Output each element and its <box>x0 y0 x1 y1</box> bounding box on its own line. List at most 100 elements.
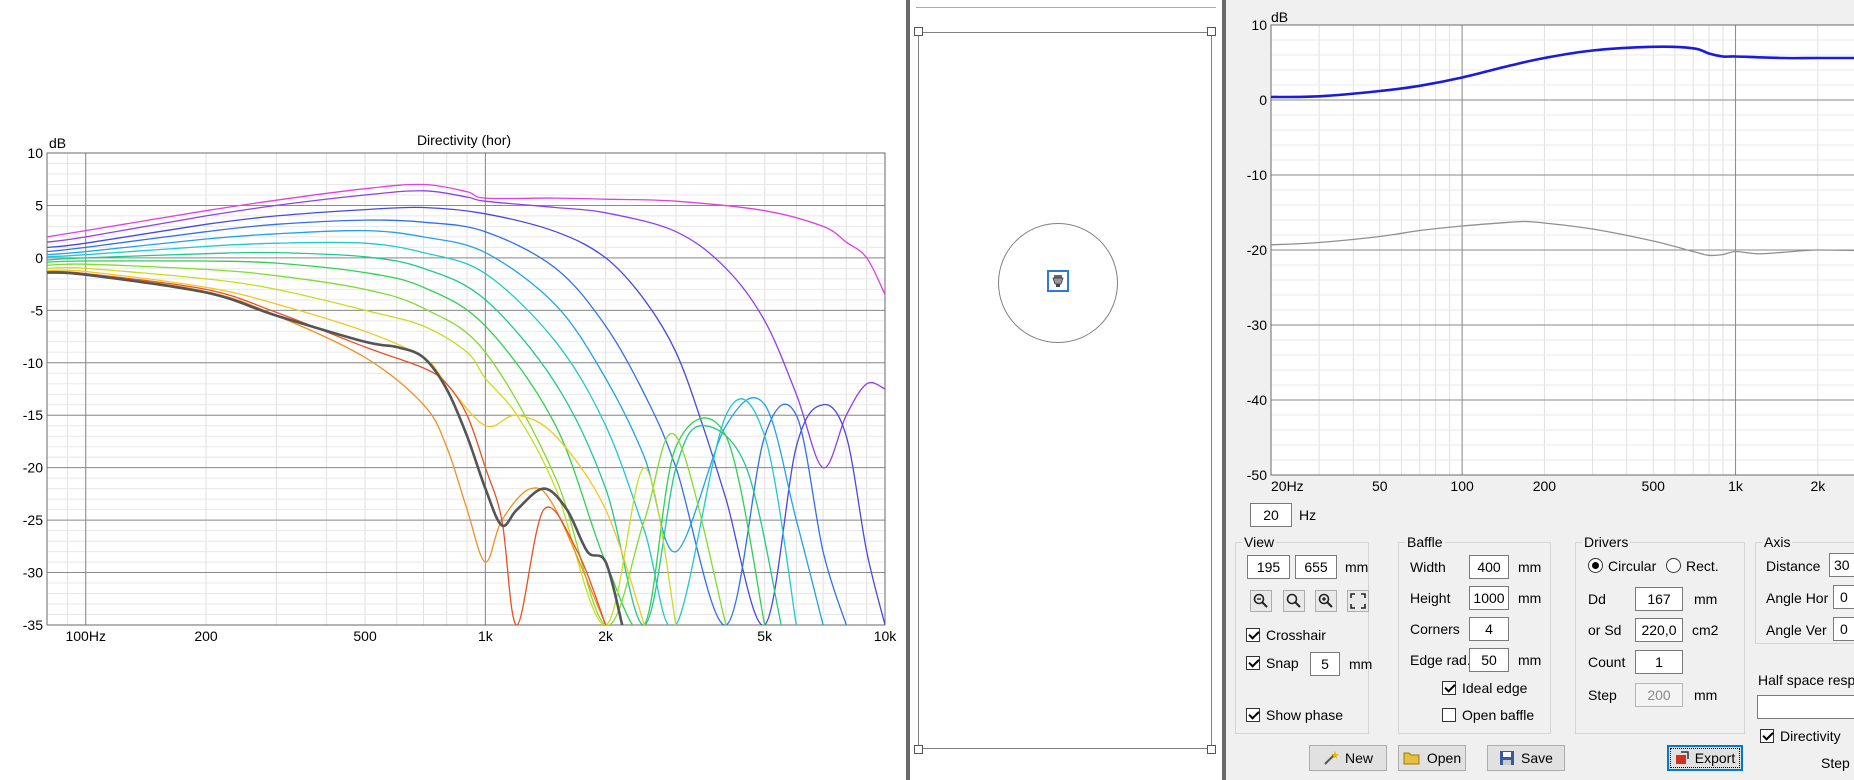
frequency-x-tick-label: 200 <box>1533 478 1557 494</box>
open-button-label: Open <box>1426 750 1462 766</box>
directivity-y-tick-label: -30 <box>23 565 43 581</box>
distance-label: Distance <box>1766 558 1821 574</box>
frequency-x-tick-label: 500 <box>1642 478 1666 494</box>
directivity-y-tick-label: -15 <box>23 407 43 423</box>
angle-hor-label: Angle Hor <box>1766 590 1829 606</box>
frequency-chart[interactable]: dB 100-10-20-30-40-5020Hz 50 100 200 500 1k 2k <box>1226 0 1854 500</box>
baffle-corners-input[interactable]: 4 <box>1469 617 1509 641</box>
frequency-input[interactable]: 20 <box>1250 503 1292 527</box>
frequency-y-tick-label: -40 <box>1247 392 1267 408</box>
frequency-x-tick-label: 20Hz <box>1271 478 1304 494</box>
baffle-edge-input[interactable]: 50 <box>1469 648 1509 672</box>
frequency-y-tick-label: -20 <box>1247 242 1267 258</box>
frequency-unit: Hz <box>1299 507 1317 523</box>
baffle-outline[interactable] <box>918 32 1212 749</box>
snap-checkbox[interactable] <box>1246 656 1260 670</box>
baffle-height-label: Height <box>1410 590 1451 606</box>
view-x-input[interactable]: 195 <box>1247 555 1290 579</box>
step-input: 200 <box>1635 683 1683 707</box>
directivity-title: Directivity (hor) <box>417 132 511 148</box>
step-label: Step <box>1588 687 1617 703</box>
drivers-group-label: Drivers <box>1582 534 1631 550</box>
directivity-x-tick-label: 10k <box>874 628 898 644</box>
export-button[interactable]: Export <box>1667 745 1743 771</box>
directivity-x-tick-label: 200 <box>194 628 218 644</box>
angle-ver-input[interactable]: 0 <box>1833 617 1854 641</box>
baffle-width-input[interactable]: 400 <box>1469 555 1509 579</box>
frequency-x-tick-label: 50 <box>1372 478 1388 494</box>
snap-unit: mm <box>1349 656 1373 672</box>
crosshair-checkbox[interactable] <box>1246 628 1260 642</box>
baffle-group-label: Baffle <box>1405 534 1445 550</box>
speaker-icon[interactable] <box>1047 270 1069 292</box>
directivity-chart[interactable]: dB Directivity (hor) 10 5 0 -5 -10 -15 -20 -25 -… <box>0 0 906 780</box>
baffle-width-label: Width <box>1410 559 1446 575</box>
save-button[interactable]: Save <box>1487 745 1565 771</box>
frequency-y-unit: dB <box>1271 9 1288 25</box>
view-unit: mm <box>1345 559 1369 575</box>
angle-hor-input[interactable]: 0 <box>1833 585 1854 609</box>
directivity-y-tick-label: -20 <box>23 460 43 476</box>
folder-icon <box>1403 752 1420 765</box>
circular-radio[interactable] <box>1588 558 1603 573</box>
directivity-y-tick-label: 5 <box>35 197 43 213</box>
baffle-handle-bl[interactable] <box>914 745 923 754</box>
show-phase-checkbox[interactable] <box>1246 708 1260 722</box>
baffle-handle-br[interactable] <box>1207 745 1216 754</box>
directivity-x-tick-label: 5k <box>757 628 773 644</box>
open-button[interactable]: Open <box>1398 745 1466 771</box>
rect-radio[interactable] <box>1666 558 1681 573</box>
directivity-x-tick-label: 1k <box>478 628 494 644</box>
baffle-view-topline <box>916 7 1216 8</box>
directivity-checkbox[interactable] <box>1760 729 1774 743</box>
zoom-icon[interactable] <box>1283 590 1305 612</box>
baffle-handle-tr[interactable] <box>1207 27 1216 36</box>
right-panel: dB 10 0 -10 -20 -30 -40 -50 20Hz 50 100 200 500 1k 2k… <box>1226 0 1854 780</box>
sd-label: or Sd <box>1588 622 1622 638</box>
view-group-label: View <box>1242 534 1277 550</box>
count-label: Count <box>1588 654 1626 670</box>
open-baffle-label: Open baffle <box>1462 707 1535 723</box>
snap-input[interactable]: 5 <box>1310 652 1340 676</box>
ideal-edge-label: Ideal edge <box>1462 680 1528 696</box>
directivity-x-tick-label: 500 <box>353 628 377 644</box>
directivity-panel: dB Directivity (hor) 10 5 0 -5 -10 -15 -20 -25 -… <box>0 0 906 780</box>
directivity-y-tick-label: -25 <box>23 512 43 528</box>
zoom-out-icon[interactable] <box>1250 590 1272 612</box>
ideal-edge-checkbox[interactable] <box>1442 681 1456 695</box>
new-button[interactable]: New <box>1309 745 1387 771</box>
baffle-height-input[interactable]: 1000 <box>1469 586 1509 610</box>
count-input[interactable]: 1 <box>1635 650 1683 674</box>
axis-step-label: Step <box>1821 755 1850 771</box>
directivity-y-tick-label: 0 <box>35 250 43 266</box>
directivity-y-tick-label: -35 <box>23 617 43 633</box>
frequency-y-tick-label: -10 <box>1247 167 1267 183</box>
directivity-label: Directivity <box>1780 728 1841 744</box>
view-y-input[interactable]: 655 <box>1295 555 1337 579</box>
baffle-corners-label: Corners <box>1410 621 1460 637</box>
dd-input[interactable]: 167 <box>1635 587 1683 611</box>
baffle-view-panel[interactable] <box>910 0 1222 780</box>
directivity-y-tick-label: -5 <box>31 302 44 318</box>
sd-input[interactable]: 220,0 <box>1635 618 1683 642</box>
directivity-y-tick-label: -10 <box>23 355 43 371</box>
open-baffle-checkbox[interactable] <box>1442 708 1456 722</box>
baffle-edge-label: Edge rad. <box>1410 652 1471 668</box>
frequency-x-tick-label: 2k <box>1810 478 1826 494</box>
step-unit: mm <box>1694 687 1718 703</box>
frequency-y-tick-label: 10 <box>1251 17 1267 33</box>
directivity-x-tick-label: 100Hz <box>65 628 105 644</box>
directivity-y-tick-label: 10 <box>27 145 43 161</box>
export-icon <box>1675 751 1689 764</box>
baffle-handle-tl[interactable] <box>914 27 923 36</box>
distance-input[interactable]: 30 <box>1829 553 1854 577</box>
disk-icon <box>1500 751 1515 765</box>
half-space-select[interactable] <box>1757 695 1854 719</box>
zoom-in-icon[interactable] <box>1315 590 1337 612</box>
snap-label: Snap <box>1266 655 1299 671</box>
dd-label: Dd <box>1588 591 1606 607</box>
fit-icon[interactable] <box>1347 590 1369 612</box>
frequency-y-tick-label: -50 <box>1247 467 1267 483</box>
export-button-label: Export <box>1694 750 1736 766</box>
wand-icon <box>1324 751 1339 765</box>
